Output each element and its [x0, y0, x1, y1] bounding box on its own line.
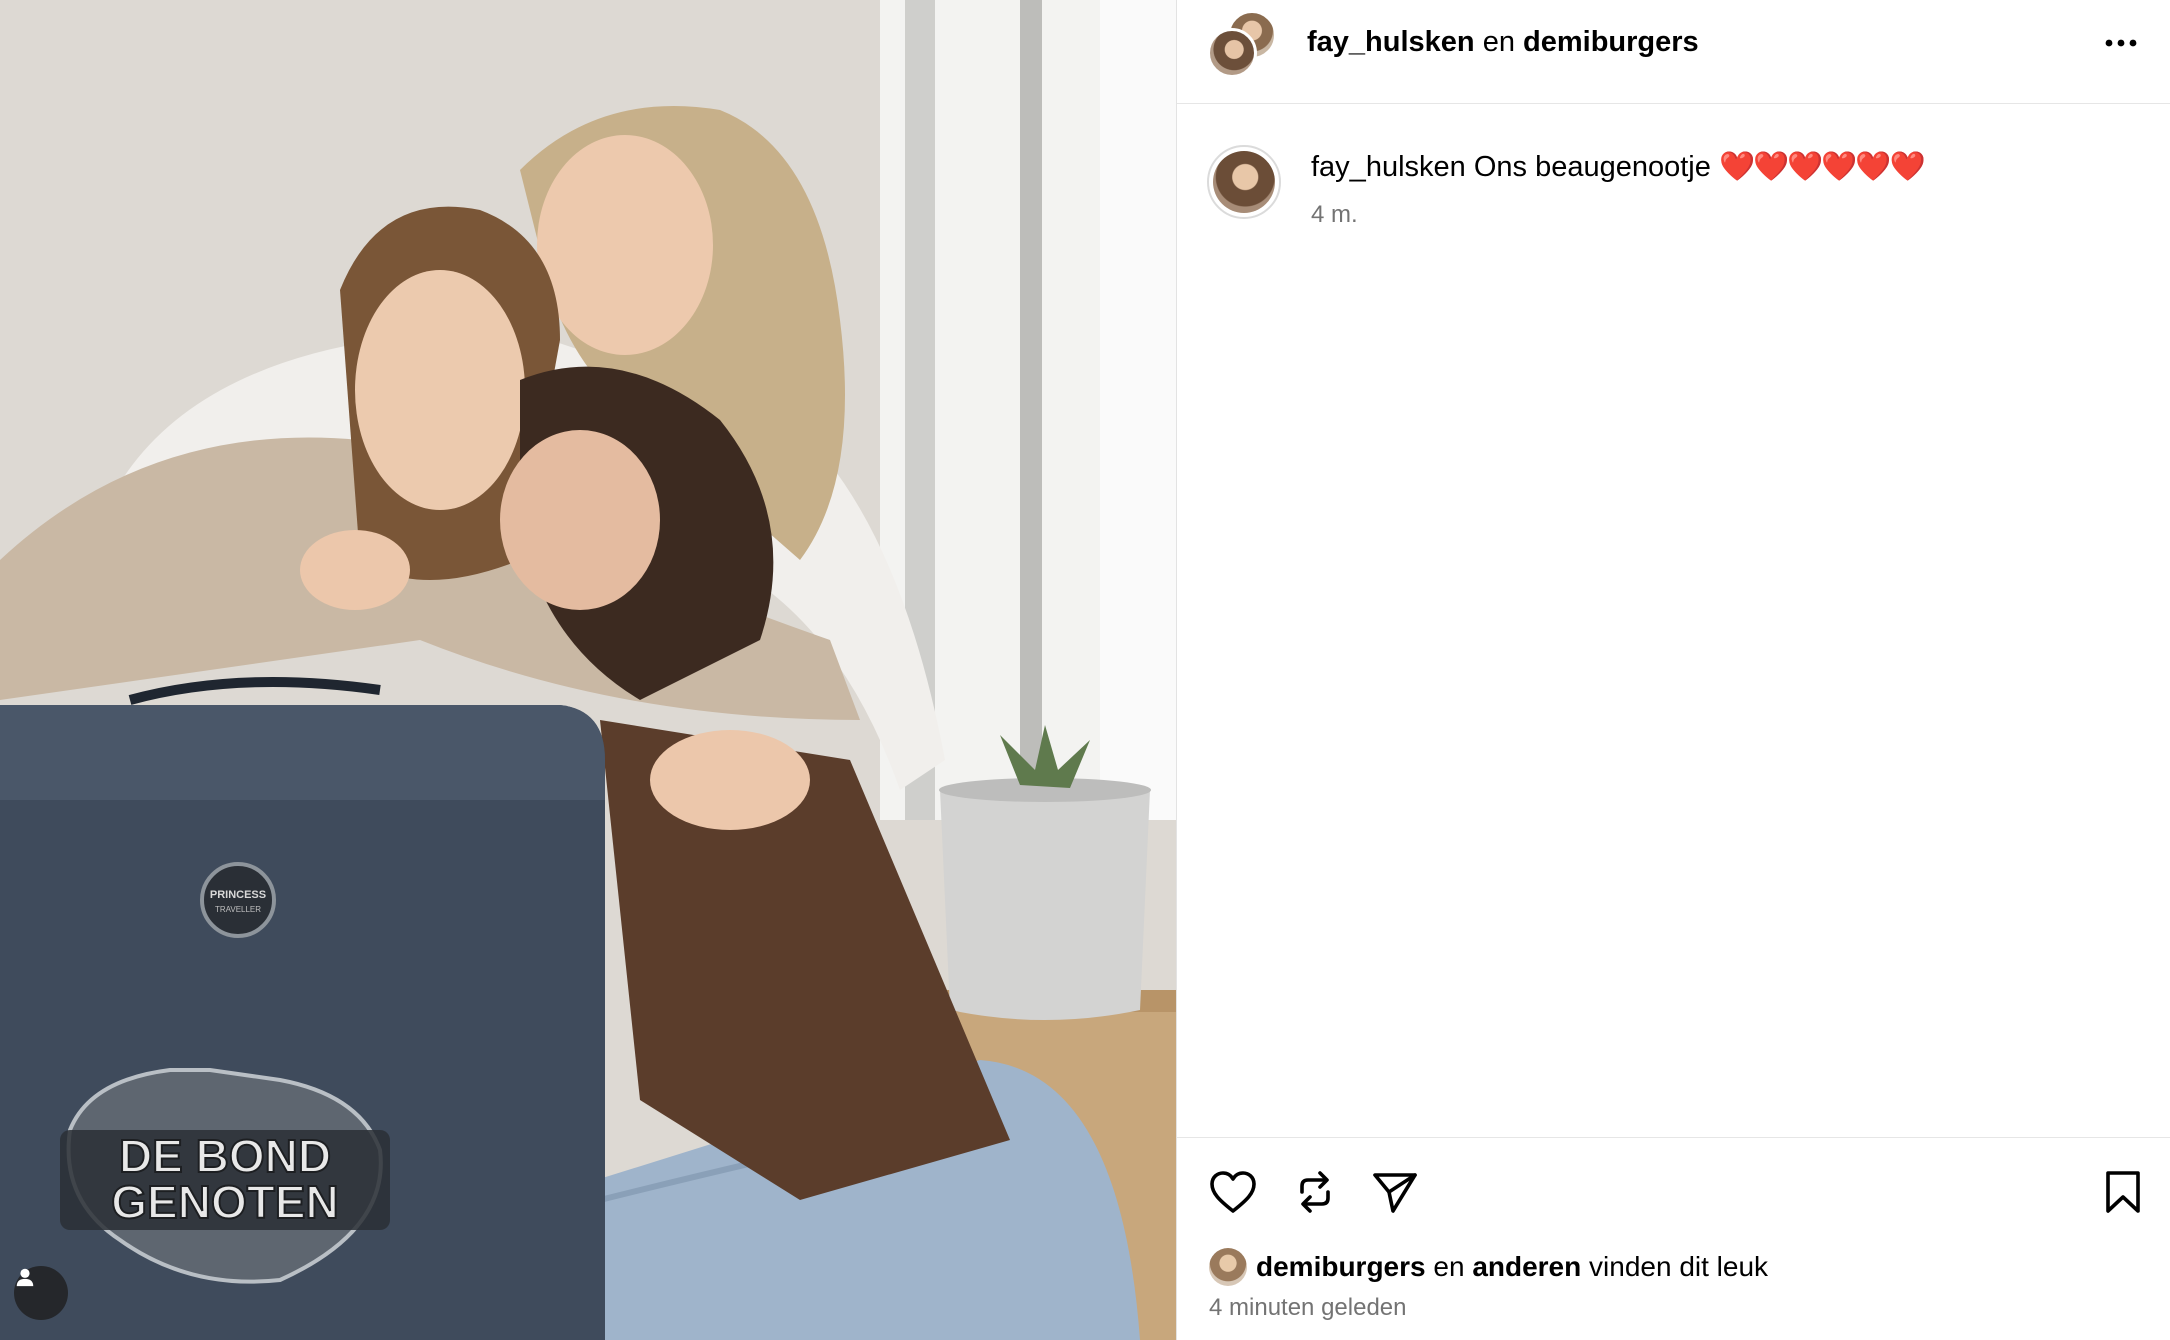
caption-hearts: ❤️❤️❤️❤️❤️❤️ [1718, 151, 1926, 183]
photo-illustration: PRINCESS TRAVELLER DE BOND GENOTEN [0, 0, 1176, 1340]
bookmark-icon [2104, 1170, 2142, 1219]
share-button[interactable] [1369, 1168, 1421, 1220]
repost-button[interactable] [1289, 1168, 1341, 1220]
author-avatar[interactable] [1207, 28, 1257, 78]
likes-suffix: vinden dit leuk [1581, 1251, 1769, 1282]
save-button[interactable] [2097, 1168, 2149, 1220]
caption-time[interactable]: 4 m. [1311, 201, 1358, 229]
post-timestamp: 4 minuten geleden [1209, 1294, 1407, 1321]
liker-username[interactable]: demiburgers [1256, 1251, 1426, 1283]
likes-summary: demiburgers en anderen vinden dit leuk [1209, 1247, 1768, 1287]
heart-icon [1209, 1170, 1257, 1219]
send-icon [1371, 1170, 1419, 1219]
liker-avatar[interactable] [1209, 1248, 1247, 1286]
caption-text: fay_hulsken Ons beaugenootje ❤️❤️❤️❤️❤️❤… [1311, 150, 1926, 184]
more-options-button[interactable] [2101, 24, 2141, 64]
caption-avatar-image [1213, 151, 1275, 213]
author-avatars[interactable] [1207, 10, 1277, 80]
caption-avatar[interactable] [1207, 145, 1281, 219]
caption-username[interactable]: fay_hulsken [1311, 151, 1466, 183]
header-title: fay_hulsken en demiburgers [1307, 26, 1699, 58]
post-header: fay_hulsken en demiburgers [1177, 0, 2170, 104]
repost-icon [1294, 1170, 1336, 1219]
logo-line1: DE BOND [119, 1130, 331, 1182]
header-connector: en [1474, 26, 1524, 58]
post-view: PRINCESS TRAVELLER DE BOND GENOTEN fay_h… [0, 0, 2170, 1340]
post-footer: demiburgers en anderen vinden dit leuk 4… [1177, 1137, 2170, 1340]
caption-body: Ons beaugenootje [1465, 151, 1719, 183]
user-tag-button[interactable] [14, 1266, 68, 1320]
coauthor-username[interactable]: demiburgers [1523, 26, 1699, 58]
like-button[interactable] [1207, 1168, 1259, 1220]
post-details-panel: fay_hulsken en demiburgers fay_hulsken O… [1176, 0, 2170, 1340]
logo-line2: GENOTEN [111, 1176, 338, 1228]
author-username[interactable]: fay_hulsken [1307, 26, 1475, 58]
likes-connector: en [1425, 1251, 1473, 1282]
more-horizontal-icon [2104, 35, 2138, 53]
badge-subtext: TRAVELLER [215, 905, 261, 914]
likes-others-link[interactable]: anderen [1472, 1251, 1581, 1283]
post-photo[interactable]: PRINCESS TRAVELLER DE BOND GENOTEN [0, 0, 1176, 1340]
badge-text: PRINCESS [210, 889, 266, 901]
